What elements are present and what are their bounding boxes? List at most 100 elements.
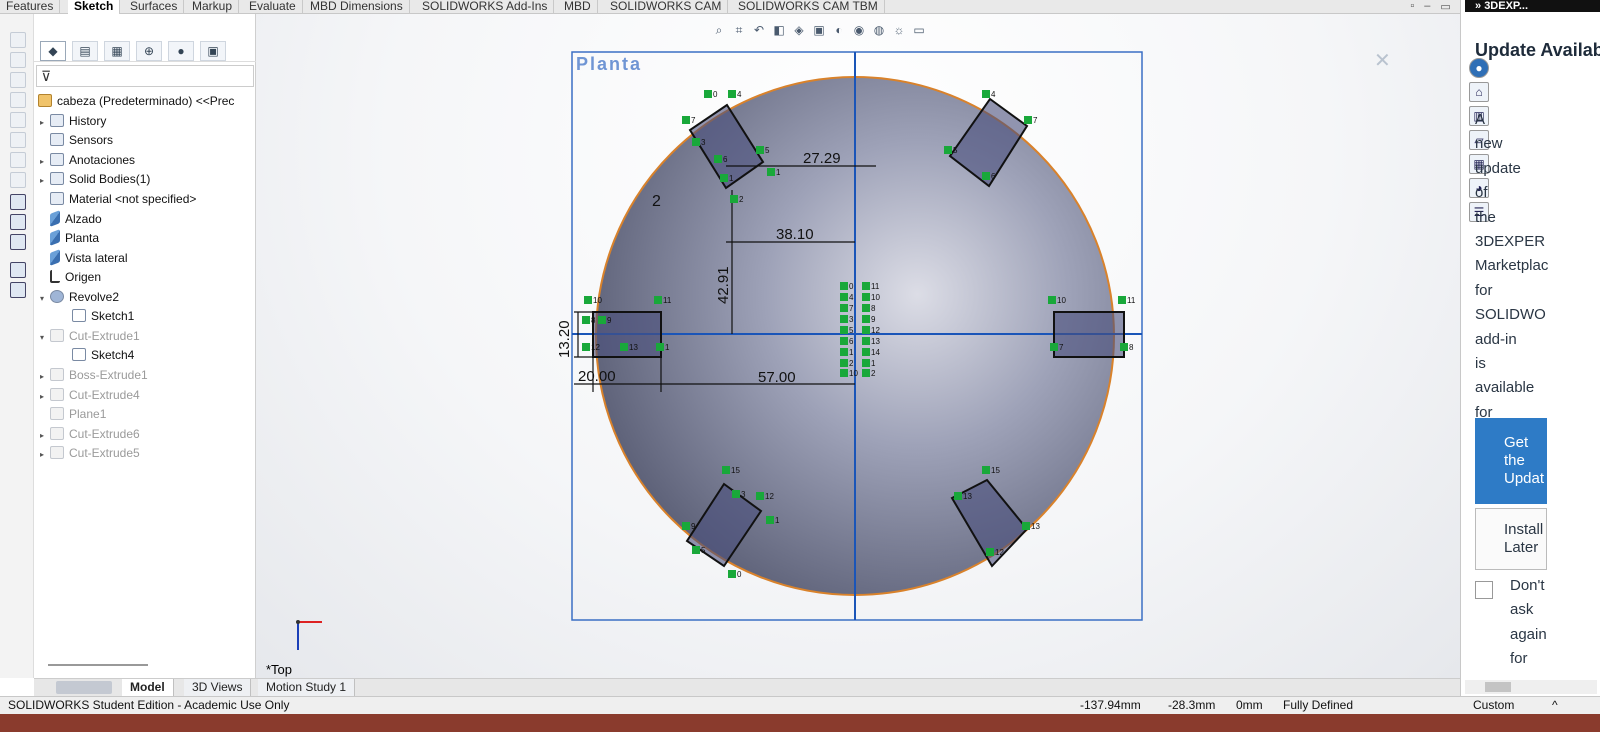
tree-root[interactable]: cabeza (Predeterminado) <<Prec [38, 92, 234, 111]
sketch-relation-icon[interactable] [840, 359, 848, 367]
get-update-button[interactable]: Get the Updat [1475, 418, 1547, 504]
tab-mbd[interactable]: MBD [558, 0, 598, 14]
tree-item-planta[interactable]: Planta [40, 229, 99, 248]
sketch-relation-icon[interactable] [582, 343, 590, 351]
tree-item-sketch1[interactable]: Sketch1 [72, 307, 134, 326]
sketch-relation-icon[interactable] [720, 174, 728, 182]
sketch-relation-icon[interactable] [862, 315, 870, 323]
sketch-relation-icon[interactable] [654, 296, 662, 304]
move-entities-icon[interactable] [10, 282, 26, 298]
sketch-relation-icon[interactable] [1024, 116, 1032, 124]
sketch-relation-icon[interactable] [954, 492, 962, 500]
sketch-tool-icon[interactable] [10, 172, 26, 188]
sketch-relation-icon[interactable] [840, 293, 848, 301]
sketch-relation-icon[interactable] [1120, 343, 1128, 351]
chevron-up-icon[interactable]: ^ [1552, 697, 1558, 714]
scrollbar-thumb[interactable] [1485, 682, 1511, 692]
sketch-relation-icon[interactable] [730, 195, 738, 203]
confirmation-corner-icon[interactable]: ✕ [1374, 48, 1414, 88]
tree-item-revolve2[interactable]: ▾ Revolve2 [40, 288, 119, 307]
sketch-relation-icon[interactable] [840, 315, 848, 323]
tree-item-solid-bodies[interactable]: ▸ Solid Bodies(1) [40, 170, 150, 189]
tab-scroll-arrows[interactable] [56, 681, 112, 694]
sketch-relation-icon[interactable] [722, 466, 730, 474]
tree-item-boss-extrude1[interactable]: ▸ Boss-Extrude1 [40, 366, 148, 385]
tab-model[interactable]: Model [122, 679, 174, 697]
sketch-relation-icon[interactable] [766, 516, 774, 524]
tree-item-history[interactable]: ▸ History [40, 112, 106, 131]
tree-item-cut-extrude6[interactable]: ▸ Cut-Extrude6 [40, 425, 140, 444]
maximize-icon[interactable]: ▭ [1440, 0, 1450, 14]
sketch-relation-icon[interactable] [862, 293, 870, 301]
sketch-relation-icon[interactable] [982, 466, 990, 474]
sketch-relation-icon[interactable] [756, 146, 764, 154]
sketch-relation-icon[interactable] [767, 168, 775, 176]
sketch-relation-icon[interactable] [692, 138, 700, 146]
sketch-relation-icon[interactable] [598, 316, 606, 324]
tab-markup[interactable]: Markup [186, 0, 240, 14]
unit-system[interactable]: Custom [1473, 697, 1514, 714]
sketch-relation-icon[interactable] [986, 548, 994, 556]
sketch-tool-icon[interactable] [10, 52, 26, 68]
sketch-relation-icon[interactable] [982, 90, 990, 98]
dimension-text[interactable]: 13.20 [556, 320, 573, 358]
sketch-relation-icon[interactable] [862, 282, 870, 290]
install-later-button[interactable]: Install Later [1475, 508, 1547, 570]
dimension-text[interactable]: 42.91 [715, 266, 732, 304]
dimension-text[interactable]: 57.00 [758, 369, 796, 386]
sketch-relation-icon[interactable] [756, 492, 764, 500]
sketch-relation-icon[interactable] [714, 155, 722, 163]
sketch-relation-icon[interactable] [620, 343, 628, 351]
home-icon[interactable]: ⌂ [1469, 82, 1489, 102]
sketch-tool-icon[interactable] [10, 92, 26, 108]
dimxpert-icon[interactable]: ⊕ [136, 40, 162, 61]
tree-item-material[interactable]: Material <not specified> [40, 190, 196, 209]
sketch-relation-icon[interactable] [656, 343, 664, 351]
tree-item-sensors[interactable]: Sensors [40, 131, 113, 150]
sketch-relation-icon[interactable] [840, 337, 848, 345]
sketch-relation-icon[interactable] [1048, 296, 1056, 304]
tree-filter[interactable]: ⊽ [36, 65, 254, 87]
tree-item-plane1[interactable]: Plane1 [40, 405, 106, 424]
sketch-relation-icon[interactable] [840, 348, 848, 356]
sketch-relation-icon[interactable] [840, 304, 848, 312]
sketch-relation-icon[interactable] [840, 326, 848, 334]
slot-right[interactable] [1053, 311, 1125, 358]
restore-icon[interactable]: ▫ [1410, 0, 1414, 14]
property-manager-icon[interactable]: ▤ [72, 40, 98, 61]
tab-surfaces[interactable]: Surfaces [124, 0, 185, 14]
sketch-tool-icon[interactable] [10, 32, 26, 48]
tab-motion-study-1[interactable]: Motion Study 1 [258, 679, 356, 697]
sketch-tool-icon[interactable] [10, 112, 26, 128]
tree-item-sketch4[interactable]: Sketch4 [72, 346, 134, 365]
double-arrow-icon[interactable]: » [1475, 0, 1481, 12]
edit-sketch-icon[interactable] [10, 214, 26, 230]
sketch-tool-icon[interactable] [10, 72, 26, 88]
sketch-relation-icon[interactable] [862, 337, 870, 345]
minimize-icon[interactable]: – [1424, 0, 1430, 14]
sketch-relation-icon[interactable] [584, 296, 592, 304]
cam-icon[interactable]: ▣ [200, 40, 226, 61]
tree-item-anotaciones[interactable]: ▸ Anotaciones [40, 151, 135, 170]
dimension-text[interactable]: 38.10 [776, 226, 814, 243]
sketch-relation-icon[interactable] [982, 172, 990, 180]
sketch-relation-icon[interactable] [732, 490, 740, 498]
sketch-relation-icon[interactable] [862, 304, 870, 312]
tab-solidworks-add-ins[interactable]: SOLIDWORKS Add-Ins [416, 0, 555, 14]
sketch-relation-icon[interactable] [728, 570, 736, 578]
sketch-relation-icon[interactable] [1050, 343, 1058, 351]
tab-evaluate[interactable]: Evaluate [243, 0, 303, 14]
display-manager-icon[interactable]: ● [168, 40, 194, 61]
sketch-relation-icon[interactable] [840, 282, 848, 290]
dimension-text[interactable]: 20.00 [578, 368, 616, 385]
sketch-relation-icon[interactable] [862, 326, 870, 334]
tree-item-origen[interactable]: Origen [40, 268, 101, 287]
sketch-relation-icon[interactable] [944, 146, 952, 154]
dimension-text[interactable]: 27.29 [803, 150, 841, 167]
sketch-relation-icon[interactable] [682, 522, 690, 530]
display-relations-icon[interactable] [10, 234, 26, 250]
sketch-relation-icon[interactable] [1118, 296, 1126, 304]
tree-item-cut-extrude5[interactable]: ▸ Cut-Extrude5 [40, 444, 140, 463]
sketch-tool-icon[interactable] [10, 152, 26, 168]
tab-features[interactable]: Features [0, 0, 61, 14]
